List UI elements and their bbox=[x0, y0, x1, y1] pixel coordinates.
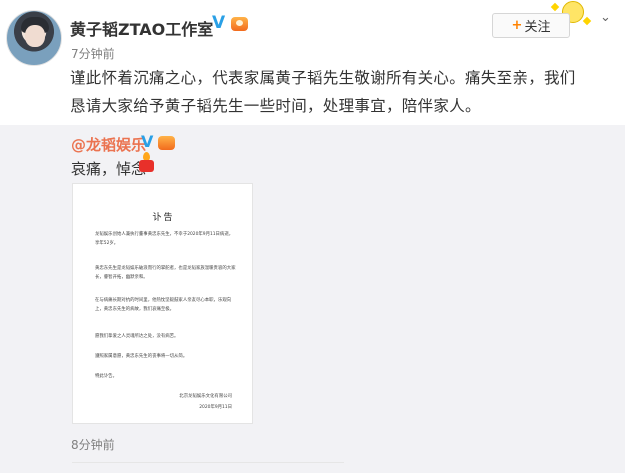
follow-label: 关注 bbox=[524, 20, 551, 35]
repost-author[interactable]: @龙韬娱乐 bbox=[71, 134, 146, 155]
obituary-paragraph: 在与病痛长期对抗的时间里，他热忱坚毅鼓家人亲友尽心本职，乐观向上，黄忠东先生的病… bbox=[95, 298, 232, 312]
candle-icon bbox=[138, 152, 154, 172]
weibo-post: 黄子韬ZTAO工作室 V 7分钟前 + 关注 ⌄ 谨此怀着沉痛之心，代表家属黄子… bbox=[0, 0, 625, 473]
follow-button[interactable]: + 关注 bbox=[492, 13, 570, 38]
vip-badge-icon bbox=[231, 17, 248, 31]
repost-text: 哀痛，悼念 bbox=[71, 160, 147, 178]
obituary-paragraph: 黄忠东先生是龙韬娱乐破浪而行的掌舵者，也是龙韬家族温暖贵容的大家长，睿智开拓，幽… bbox=[95, 266, 236, 280]
repost-timestamp[interactable]: 8分钟前 bbox=[71, 436, 115, 453]
plus-icon: + bbox=[511, 18, 523, 33]
verified-icon: V bbox=[141, 132, 154, 151]
author-name[interactable]: 黄子韬ZTAO工作室 bbox=[70, 16, 213, 40]
star-icon bbox=[582, 16, 592, 26]
obituary-paragraph: 愿我们挚爱之人灵魂所达之处，没有病苦。 bbox=[95, 334, 179, 339]
post-timestamp[interactable]: 7分钟前 bbox=[71, 45, 115, 62]
vip-badge-icon bbox=[158, 136, 175, 150]
candle-base bbox=[139, 160, 154, 172]
obituary-paragraph: 特此讣告。 bbox=[95, 374, 117, 379]
obituary-title: 讣告 bbox=[152, 213, 175, 223]
obituary-signature-org: 北京龙韬娱乐文化有限公司 bbox=[179, 394, 232, 399]
obituary-paragraph: 遵照家属意愿，黄忠东先生的丧事将一切从简。 bbox=[95, 354, 188, 359]
star-icon bbox=[550, 2, 560, 12]
avatar-face bbox=[25, 25, 45, 47]
avatar[interactable] bbox=[6, 10, 62, 66]
verified-icon: V bbox=[212, 13, 226, 33]
divider bbox=[72, 462, 344, 463]
obituary-paragraph: 龙韬娱乐创始人兼执行董事黄忠东先生，不幸于2020年9月11日病逝，享年52岁。 bbox=[95, 232, 234, 246]
obituary-signature-date: 2020年9月11日 bbox=[199, 405, 232, 410]
post-text: 谨此怀着沉痛之心，代表家属黄子韬先生敬谢所有关心。痛失至亲，我们恳请大家给予黄子… bbox=[70, 69, 576, 115]
obituary-image[interactable]: 讣告 龙韬娱乐创始人兼执行董事黄忠东先生，不幸于2020年9月11日病逝，享年5… bbox=[72, 183, 253, 424]
chevron-down-icon[interactable]: ⌄ bbox=[600, 11, 616, 24]
